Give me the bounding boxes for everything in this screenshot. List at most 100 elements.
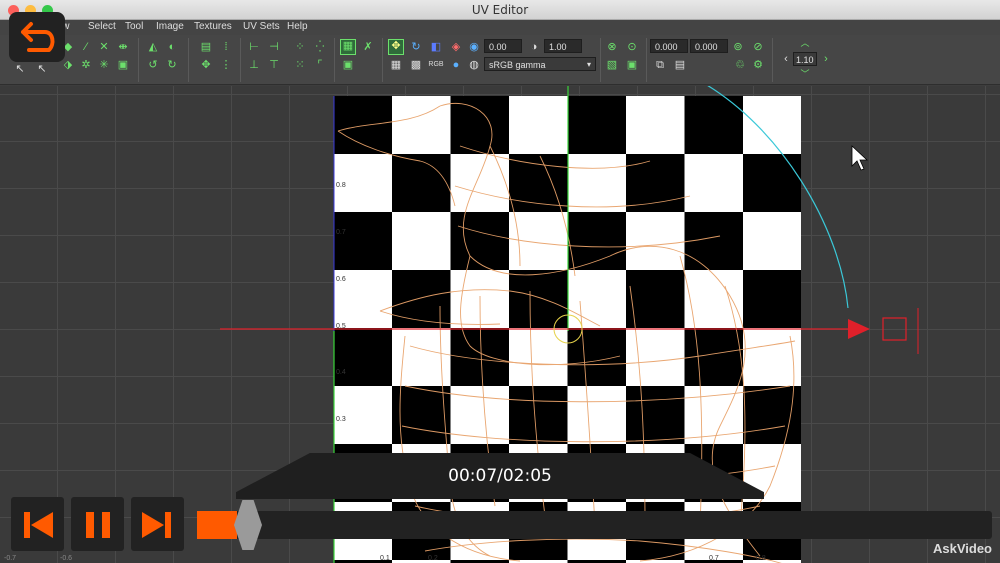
u-value-field[interactable]: 0.000 <box>650 39 688 53</box>
previous-button[interactable] <box>11 497 64 551</box>
zoom-up-icon[interactable]: ︿ <box>799 37 811 49</box>
chevron-down-icon: ▾ <box>586 60 591 69</box>
relax-icon[interactable]: ✳ <box>98 59 110 71</box>
window-title: UV Editor <box>471 3 529 17</box>
border-select-icon[interactable]: ⁙ <box>294 59 306 71</box>
toolbar-divider <box>646 38 647 82</box>
zoom-prev-icon[interactable]: ‹ <box>780 53 792 65</box>
paste-uv-icon[interactable]: ▣ <box>626 59 638 71</box>
gamma-icon[interactable]: ◑ <box>528 41 540 53</box>
pattern-icon[interactable]: ▩ <box>410 59 422 71</box>
uv-distortion-icon[interactable]: ◧ <box>430 41 442 53</box>
menu-bar: View Select Tool Image Textures UV Sets … <box>0 20 1000 35</box>
rotate-ccw-icon[interactable]: ↺ <box>147 59 159 71</box>
image-display-icon[interactable]: ▦ <box>340 39 356 55</box>
shrink-select-icon[interactable]: ⌜ <box>314 59 326 71</box>
pause-icon <box>86 512 110 538</box>
menu-select[interactable]: Select <box>88 21 116 32</box>
toolbar-divider <box>382 38 383 82</box>
toolbar-divider <box>600 38 601 82</box>
progress-fill <box>197 511 237 539</box>
relative-transform-icon[interactable]: ⊘ <box>752 41 764 53</box>
grid-toggle-icon[interactable]: ✥ <box>388 39 404 55</box>
menu-textures[interactable]: Textures <box>194 21 232 32</box>
align-top-icon[interactable]: ⊤ <box>268 59 280 71</box>
time-display: 00:07/02:05 <box>448 466 552 486</box>
progress-track[interactable] <box>232 511 992 539</box>
distribute-icon[interactable]: ⁞ <box>220 41 232 53</box>
u-axis-label: 0.1 <box>380 555 390 562</box>
brush-icon[interactable]: ⁄ <box>80 41 92 53</box>
rgb-channels-icon[interactable]: RGB <box>428 59 444 71</box>
align-left-icon[interactable]: ⊢ <box>248 41 260 53</box>
color-space-value: sRGB gamma <box>489 60 546 70</box>
v-axis-label: 0.5 <box>336 323 346 330</box>
watermark-text: AskVideo <box>932 541 992 556</box>
v-axis-label: 0.6 <box>336 276 346 283</box>
flip-u-icon[interactable]: ◭ <box>147 41 159 53</box>
menu-image[interactable]: Image <box>156 21 184 32</box>
color-management-icon[interactable]: ● <box>450 59 462 71</box>
grow-select-icon[interactable]: ⁛ <box>314 41 326 53</box>
uv-lattice-icon[interactable]: ⊙ <box>626 41 638 53</box>
u-axis-label: -0.7 <box>4 555 17 562</box>
toolbar-divider <box>240 38 241 82</box>
tweak-arrow-icon[interactable]: ↖ <box>36 63 48 75</box>
settings-icon[interactable]: ⚙ <box>752 59 764 71</box>
v-axis-label: 0.7 <box>336 229 346 236</box>
align-bottom-icon[interactable]: ⊥ <box>248 59 260 71</box>
color-space-dropdown[interactable]: sRGB gamma ▾ <box>484 57 596 71</box>
paste-icon[interactable]: ▤ <box>674 59 686 71</box>
unfold-icon[interactable]: ✲ <box>80 59 92 71</box>
align-grid-icon[interactable]: ▤ <box>200 41 212 53</box>
u-axis-label: 0.7 <box>709 555 719 562</box>
zoom-down-icon[interactable]: ﹀ <box>799 68 811 80</box>
gamma-field[interactable]: 1.00 <box>544 39 582 53</box>
menu-help[interactable]: Help <box>287 21 308 32</box>
color-space-toggle-icon[interactable]: ◍ <box>468 59 480 71</box>
channel-icon[interactable]: ◉ <box>468 41 480 53</box>
align-right-icon[interactable]: ⊣ <box>268 41 280 53</box>
select-arrow-icon[interactable]: ↖ <box>14 63 26 75</box>
layout-icon[interactable]: ▣ <box>117 59 129 71</box>
toolbar-divider <box>138 38 139 82</box>
exposure-field[interactable]: 0.00 <box>484 39 522 53</box>
shell-select-icon[interactable]: ⁘ <box>294 41 306 53</box>
sew-uv-icon[interactable]: ⇼ <box>117 41 129 53</box>
uv-toolkit-icon[interactable]: ⊗ <box>606 41 618 53</box>
checker-toggle-icon[interactable]: ▦ <box>390 59 402 71</box>
checker-tile-icon[interactable]: ◈ <box>450 41 462 53</box>
zoom-field[interactable]: 1.10 <box>793 52 817 66</box>
refresh-icon[interactable]: ⊚ <box>732 41 744 53</box>
flip-v-icon[interactable]: ◐ <box>166 41 178 53</box>
u-axis-label: 0.2 <box>428 555 438 562</box>
u-axis-label: -0.6 <box>60 555 73 562</box>
copy-icon[interactable]: ⧉ <box>654 59 666 71</box>
texture-border-icon[interactable]: ✗ <box>362 41 374 53</box>
next-button[interactable] <box>131 497 184 551</box>
snapshot-icon[interactable]: ▣ <box>342 59 354 71</box>
u-axis-label: 0.8 <box>756 555 766 562</box>
v-axis-label: 0.8 <box>336 182 346 189</box>
cut-uv-icon[interactable]: ✕ <box>98 41 110 53</box>
toolbar-divider <box>334 38 335 82</box>
menu-tool[interactable]: Tool <box>125 21 143 32</box>
toolbar-divider <box>188 38 189 82</box>
menu-uv-sets[interactable]: UV Sets <box>243 21 280 32</box>
zoom-next-icon[interactable]: › <box>820 53 832 65</box>
watermark-logo: AskVideo <box>933 541 992 556</box>
snap-grid-icon[interactable]: ✥ <box>200 59 212 71</box>
v-axis-label: 0.3 <box>336 416 346 423</box>
copy-uv-icon[interactable]: ▧ <box>606 59 618 71</box>
stack-icon[interactable]: ⋮ <box>220 59 232 71</box>
rotate-cw-icon[interactable]: ↻ <box>166 59 178 71</box>
v-value-field[interactable]: 0.000 <box>690 39 728 53</box>
cycle-icon[interactable]: ♲ <box>734 59 746 71</box>
uv-toolbar: ◆ ⁄ ✕ ⇼ ↖ ↖ ⬗ ✲ ✳ ▣ ◭ ◐ ↺ ↻ ▤ ⁞ ✥ ⋮ ⊢ ⊣ … <box>0 35 1000 85</box>
window-titlebar: UV Editor <box>0 0 1000 20</box>
toolbar-divider <box>772 38 773 82</box>
pause-button[interactable] <box>71 497 124 551</box>
skip-back-icon <box>24 512 53 538</box>
back-button[interactable] <box>9 12 65 62</box>
shaded-icon[interactable]: ↻ <box>410 41 422 53</box>
